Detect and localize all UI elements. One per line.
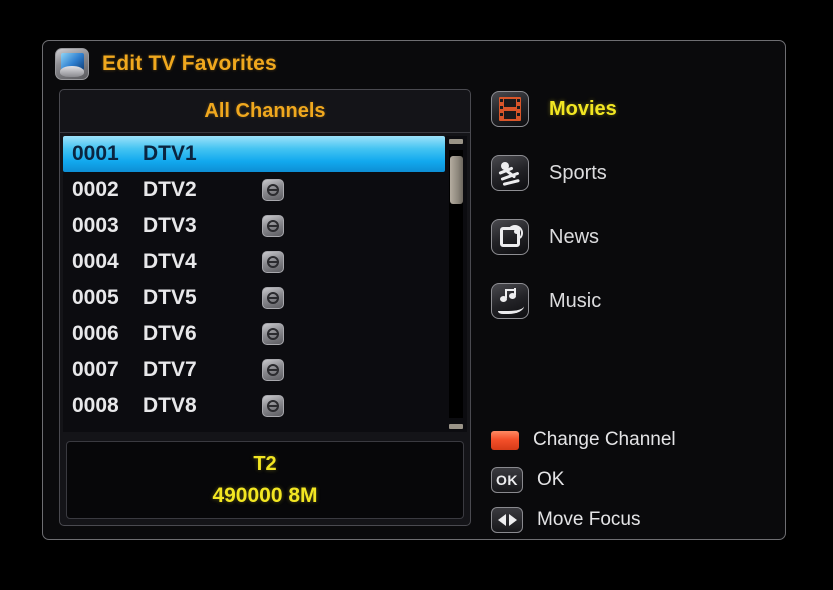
- page-title: Edit TV Favorites: [102, 52, 277, 75]
- scramble-icon: [262, 359, 284, 381]
- channel-number: 0006: [72, 322, 119, 345]
- channel-name: DTV4: [143, 250, 197, 273]
- category-item-movies[interactable]: Movies: [491, 89, 771, 129]
- channel-list-area: 0001 DTV1 0002 DTV2 0003 DTV3 0004 DTV4 …: [63, 136, 467, 432]
- channel-name: DTV6: [143, 322, 197, 345]
- category-item-sports[interactable]: Sports: [491, 153, 771, 193]
- signal-info-box: T2 490000 8M: [66, 441, 464, 519]
- key-hints: Change Channel OK OK Move Focus: [491, 423, 791, 543]
- channel-name: DTV7: [143, 358, 197, 381]
- red-button-icon: [491, 430, 519, 450]
- film-icon: [491, 91, 529, 127]
- channel-lock-cell: [253, 359, 293, 381]
- category-label: News: [549, 225, 600, 248]
- category-item-music[interactable]: Music: [491, 281, 771, 321]
- news-icon: [491, 219, 529, 255]
- hint-label: OK: [537, 469, 565, 490]
- channel-number: 0003: [72, 214, 119, 237]
- channel-number: 0005: [72, 286, 119, 309]
- channel-lock-cell: [253, 323, 293, 345]
- channel-rows: 0001 DTV1 0002 DTV2 0003 DTV3 0004 DTV4 …: [63, 136, 445, 424]
- ok-button-icon: OK: [491, 467, 523, 493]
- scrollbar-thumb[interactable]: [450, 156, 463, 204]
- table-row[interactable]: 0003 DTV3: [63, 208, 445, 244]
- category-label: Sports: [549, 161, 607, 184]
- channel-lock-cell: [253, 395, 293, 417]
- channel-list-header: All Channels: [60, 90, 470, 133]
- channel-name: DTV1: [143, 142, 197, 165]
- scramble-icon: [262, 251, 284, 273]
- channel-number: 0002: [72, 178, 119, 201]
- channel-name: DTV8: [143, 394, 197, 417]
- category-label: Music: [549, 289, 602, 312]
- tv-icon: [55, 48, 89, 80]
- channel-number: 0001: [72, 142, 119, 165]
- scramble-icon: [262, 395, 284, 417]
- hint-move-focus[interactable]: Move Focus: [491, 503, 791, 537]
- scroll-down-icon[interactable]: [449, 424, 463, 429]
- channel-number: 0008: [72, 394, 119, 417]
- channel-list-scrollbar[interactable]: [447, 136, 465, 432]
- hint-label: Move Focus: [537, 509, 641, 530]
- transponder-label: T2: [253, 452, 277, 475]
- hint-label: Change Channel: [533, 429, 676, 450]
- table-row[interactable]: 0008 DTV8: [63, 388, 445, 424]
- channel-name: DTV2: [143, 178, 197, 201]
- runner-icon: [491, 155, 529, 191]
- table-row[interactable]: 0006 DTV6: [63, 316, 445, 352]
- channel-number: 0007: [72, 358, 119, 381]
- window-titlebar: Edit TV Favorites: [43, 41, 785, 87]
- left-right-button-icon: [491, 507, 523, 533]
- chevron-right-icon: [508, 514, 517, 526]
- channel-number: 0004: [72, 250, 119, 273]
- hint-change-channel[interactable]: Change Channel: [491, 423, 791, 457]
- edit-tv-favorites-window: Edit TV Favorites All Channels 0001 DTV1…: [42, 40, 786, 540]
- channel-lock-cell: [253, 251, 293, 273]
- channel-name: DTV3: [143, 214, 197, 237]
- table-row[interactable]: 0007 DTV7: [63, 352, 445, 388]
- scramble-icon: [262, 287, 284, 309]
- table-row[interactable]: 0001 DTV1: [63, 136, 445, 172]
- channel-name: DTV5: [143, 286, 197, 309]
- table-row[interactable]: 0002 DTV2: [63, 172, 445, 208]
- music-note-icon: [491, 283, 529, 319]
- hint-ok[interactable]: OK OK: [491, 463, 791, 497]
- channel-list-panel: All Channels 0001 DTV1 0002 DTV2 0003 DT…: [59, 89, 471, 526]
- frequency-label: 490000 8M: [212, 483, 318, 507]
- channel-lock-cell: [253, 179, 293, 201]
- category-item-news[interactable]: News: [491, 217, 771, 257]
- tv-osd-screen: Edit TV Favorites All Channels 0001 DTV1…: [0, 0, 833, 590]
- scramble-icon: [262, 179, 284, 201]
- table-row[interactable]: 0005 DTV5: [63, 280, 445, 316]
- table-row[interactable]: 0004 DTV4: [63, 244, 445, 280]
- channel-lock-cell: [253, 215, 293, 237]
- scroll-up-icon[interactable]: [449, 139, 463, 144]
- chevron-left-icon: [497, 514, 506, 526]
- scramble-icon: [262, 215, 284, 237]
- channel-lock-cell: [253, 287, 293, 309]
- category-label: Movies: [549, 97, 617, 120]
- scramble-icon: [262, 323, 284, 345]
